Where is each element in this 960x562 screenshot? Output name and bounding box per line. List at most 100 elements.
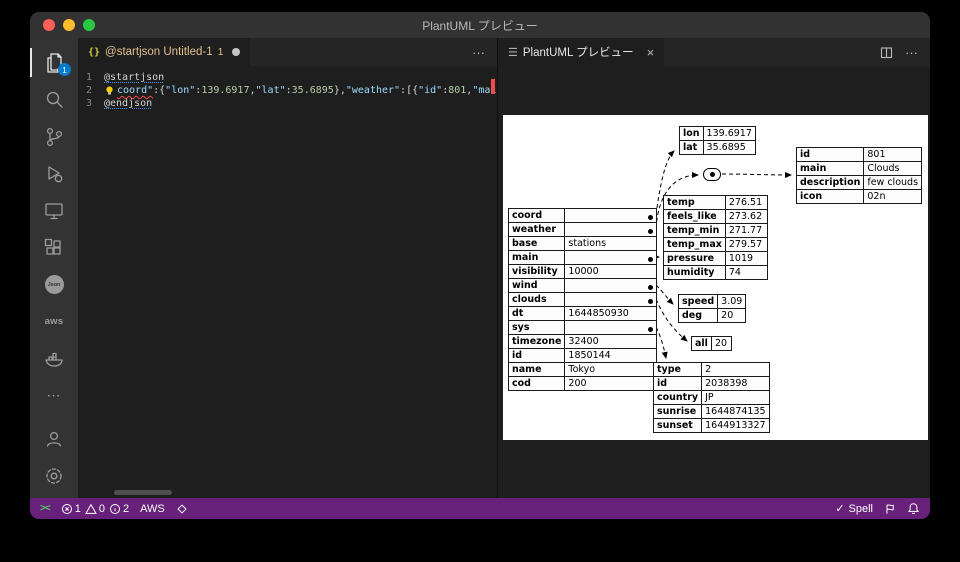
table-row: lat 35.6895	[679, 140, 756, 155]
table-row: sunset 1644913327	[652, 418, 770, 433]
sidebar-item-json-extension[interactable]: Json	[30, 266, 78, 303]
table-row: sys	[507, 320, 658, 335]
flag-icon	[886, 503, 894, 514]
table-row: all 20	[691, 336, 732, 351]
extensions-icon	[44, 238, 61, 255]
table-row: coord	[507, 208, 658, 223]
table-row: sunrise 1644874135	[652, 404, 770, 419]
sidebar-item-extensions[interactable]	[30, 229, 78, 266]
node-dot	[709, 172, 715, 177]
table-row: id 801	[795, 147, 923, 162]
error-count: 1	[74, 502, 81, 515]
error-mark	[491, 79, 495, 94]
problems-status[interactable]: 1 0 2	[61, 503, 129, 515]
code-line: 3 @endjson	[78, 97, 497, 110]
table-row: speed 3.09	[677, 294, 747, 309]
table-row: main Clouds	[795, 161, 923, 176]
table-row: id 1850144	[507, 348, 658, 363]
spell-checker-status[interactable]: ✓ Spell	[835, 502, 873, 516]
preview-panel: ☰ PlantUML プレビュー × ··· coord weather bas…	[497, 38, 930, 498]
code-line: 1 @startjson	[78, 71, 497, 84]
dirty-indicator[interactable]	[232, 48, 241, 56]
json-root-table: coord weather base stations main visibility 10…	[507, 208, 658, 391]
code-editor[interactable]: 1 @startjson 2 coord":{"lon":139.6917,"l…	[78, 66, 497, 498]
editor-tab-untitled-1[interactable]: {} @startjson Untitled-1 1	[78, 38, 251, 66]
clouds-table: all 20	[691, 336, 732, 351]
table-row: visibility 10000	[507, 264, 658, 279]
preview-tab-label: PlantUML プレビュー	[522, 47, 634, 59]
table-row: name Tokyo	[507, 362, 658, 377]
window-title: PlantUML プレビュー	[422, 18, 538, 33]
split-editor-icon[interactable]	[880, 46, 893, 59]
wind-table: speed 3.09 deg 20	[677, 294, 747, 323]
overview-ruler[interactable]	[488, 66, 497, 498]
preview-more-actions-icon[interactable]: ···	[905, 45, 918, 60]
preview-tab[interactable]: ☰ PlantUML プレビュー ×	[498, 38, 665, 66]
error-icon	[61, 503, 72, 514]
line-number: 1	[85, 72, 92, 83]
table-row: base stations	[507, 236, 658, 251]
line-number: 2	[85, 85, 92, 96]
table-row: temp_min 271.77	[663, 223, 768, 238]
zoom-window-button[interactable]	[83, 19, 95, 31]
sidebar-item-search[interactable]	[30, 81, 78, 118]
feedback-status[interactable]	[884, 503, 896, 515]
sidebar-item-explorer[interactable]: 1	[30, 44, 78, 81]
sidebar-item-run-debug[interactable]	[30, 155, 78, 192]
editor-group: {} @startjson Untitled-1 1 ··· 1 @startj…	[78, 38, 497, 498]
sidebar-item-aws[interactable]: aws	[30, 303, 78, 340]
table-row: lon 139.6917	[679, 126, 756, 141]
quickfix-lightbulb-icon[interactable]	[104, 85, 115, 96]
sidebar-item-account[interactable]	[30, 420, 78, 457]
docker-whale-icon	[45, 352, 63, 367]
table-row: id 2038398	[652, 376, 770, 391]
horizontal-scrollbar[interactable]	[114, 490, 172, 495]
search-icon	[46, 91, 63, 108]
spell-label: Spell	[848, 502, 873, 515]
notifications-status[interactable]	[907, 502, 920, 515]
table-row: cod 200	[507, 376, 658, 391]
sys-table: type 2 id 2038398 country JP sunrise 1644874135…	[652, 362, 770, 433]
diamond-icon	[177, 503, 187, 514]
close-tab-icon[interactable]: ×	[647, 45, 655, 60]
code-line-2-text: coord":{"lon":139.6917,"lat":35.6895},"w…	[104, 84, 497, 97]
info-icon	[109, 503, 120, 514]
table-row: icon 02n	[795, 189, 923, 204]
remote-indicator[interactable]: ><	[40, 503, 51, 514]
sidebar-item-more-views[interactable]: ⋯	[30, 377, 78, 414]
editor-tabbar: {} @startjson Untitled-1 1 ···	[78, 38, 497, 66]
table-row: country JP	[652, 390, 770, 405]
aws-profile-status[interactable]	[176, 503, 188, 515]
table-row: temp 276.51	[663, 195, 768, 210]
traffic-lights	[43, 19, 95, 31]
editor-more-actions-icon[interactable]: ···	[472, 45, 485, 60]
warning-count: 0	[98, 502, 105, 515]
main-weather-table: temp 276.51 feels_like 273.62 temp_min 271.77…	[663, 195, 768, 280]
json-file-icon: {}	[88, 46, 101, 58]
vscode-window: PlantUML プレビュー 1 Json aws ⋯ {} @startjso…	[30, 12, 930, 519]
preview-content: coord weather base stations main visibility 10…	[498, 66, 930, 498]
aws-icon: aws	[44, 316, 64, 327]
explorer-badge: 1	[58, 63, 71, 76]
weather-array-element-node	[703, 168, 721, 181]
aws-status-item[interactable]: AWS	[140, 503, 165, 515]
table-row: humidity 74	[663, 265, 768, 280]
minimize-window-button[interactable]	[63, 19, 75, 31]
close-window-button[interactable]	[43, 19, 55, 31]
table-row: temp_max 279.57	[663, 237, 768, 252]
info-count: 2	[122, 502, 130, 515]
account-icon	[46, 431, 62, 447]
sidebar-item-docker[interactable]	[30, 340, 78, 377]
sidebar-item-settings[interactable]	[30, 457, 78, 494]
source-control-icon	[46, 127, 63, 146]
table-row: type 2	[652, 362, 770, 377]
table-row: main	[507, 250, 658, 265]
sidebar-item-source-control[interactable]	[30, 118, 78, 155]
sidebar-item-remote-explorer[interactable]	[30, 192, 78, 229]
warning-icon	[84, 503, 97, 514]
editor-tab-label: @startjson Untitled-1	[105, 46, 213, 58]
line-number: 3	[85, 98, 92, 109]
plantuml-diagram: coord weather base stations main visibility 10…	[503, 115, 928, 440]
json-extension-icon: Json	[44, 275, 64, 294]
gear-icon	[46, 467, 62, 484]
